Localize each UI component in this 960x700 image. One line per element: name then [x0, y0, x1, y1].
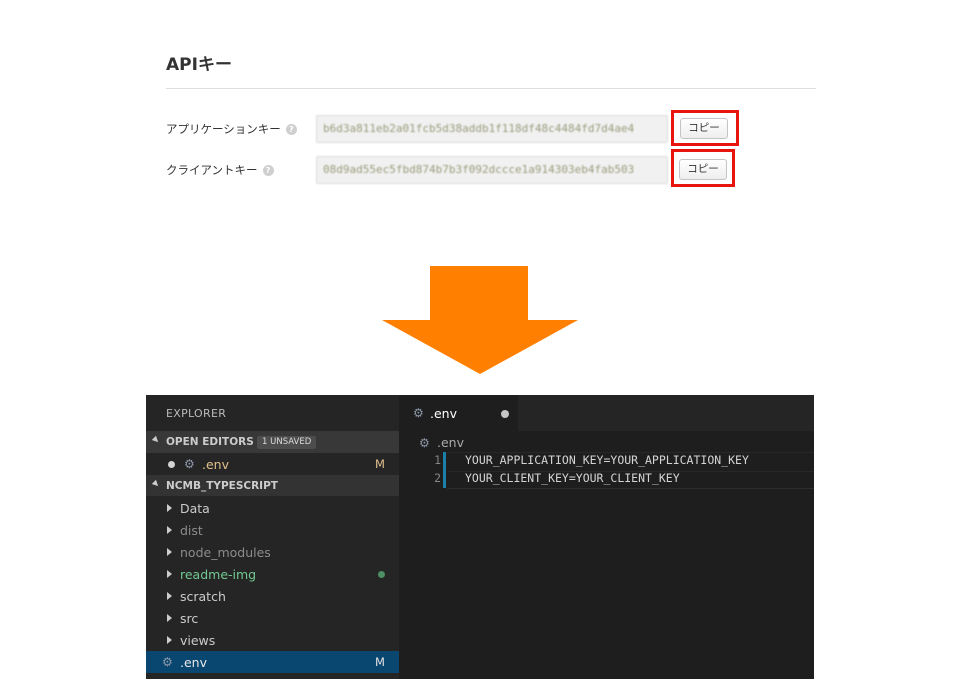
code-text: YOUR_APPLICATION_KEY=YOUR_APPLICATION_KE…: [465, 453, 749, 467]
client-key-row: クライアントキー ? 08d9ad55ec5fbd874b7b3f092dccc…: [166, 149, 816, 187]
breadcrumb-label: .env: [437, 435, 464, 450]
folder-data[interactable]: Data: [146, 497, 399, 519]
explorer-sidebar: EXPLORER OPEN EDITORS 1 UNSAVED ⚙ .env M…: [146, 395, 399, 679]
down-arrow-icon: [382, 266, 578, 374]
unsaved-dot-icon[interactable]: [501, 410, 509, 418]
chevron-right-icon: [167, 636, 172, 644]
copy-client-key-button[interactable]: コピー: [679, 159, 727, 180]
chevron-right-icon: [167, 548, 172, 556]
copy-application-key-button[interactable]: コピー: [680, 118, 728, 139]
api-key-section: APIキー アプリケーションキー ? b6d3a811eb2a01fcb5d38…: [166, 52, 816, 187]
git-modified-gutter-mark: [443, 452, 446, 470]
unsaved-badge: 1 UNSAVED: [257, 436, 317, 449]
code-text: YOUR_CLIENT_KEY=YOUR_CLIENT_KEY: [465, 471, 680, 485]
help-icon[interactable]: ?: [285, 123, 297, 135]
divider: [166, 88, 816, 89]
gear-icon: ⚙: [413, 406, 424, 420]
file-env[interactable]: ⚙ .env M: [146, 651, 399, 673]
open-editors-header[interactable]: OPEN EDITORS 1 UNSAVED: [146, 431, 399, 453]
folder-label: dist: [180, 523, 203, 538]
client-key-label: クライアントキー: [166, 163, 258, 177]
application-key-field[interactable]: b6d3a811eb2a01fcb5d38addb1f118df48c4484f…: [316, 115, 668, 143]
file-label: .env: [180, 655, 207, 670]
chevron-right-icon: [167, 570, 172, 578]
folder-label: src: [180, 611, 199, 626]
gear-icon: ⚙: [162, 655, 173, 669]
folder-label: node_modules: [180, 545, 271, 560]
folder-label: views: [180, 633, 216, 648]
open-editor-filename: .env: [202, 457, 229, 472]
code-line[interactable]: 2 YOUR_CLIENT_KEY=YOUR_CLIENT_KEY: [399, 470, 814, 489]
application-key-row: アプリケーションキー ? b6d3a811eb2a01fcb5d38addb1f…: [166, 110, 816, 146]
gear-icon: ⚙: [419, 436, 430, 450]
folder-label: scratch: [180, 589, 226, 604]
chevron-right-icon: [167, 614, 172, 622]
open-editors-label: OPEN EDITORS: [166, 436, 254, 448]
tab-label: .env: [430, 406, 457, 421]
editor-area: ⚙ .env ⚙ .env 1 YOUR_APPLICATION_KEY=YOU…: [399, 395, 814, 679]
application-key-label: アプリケーションキー: [166, 122, 281, 136]
project-label: NCMB_TYPESCRIPT: [166, 480, 278, 492]
tab-bar: ⚙ .env: [399, 395, 814, 431]
unsaved-dot-icon: [168, 461, 175, 468]
help-icon[interactable]: ?: [262, 164, 274, 176]
chevron-right-icon: [167, 592, 172, 600]
line-number: 2: [434, 471, 441, 485]
git-modified-gutter-mark: [443, 470, 446, 488]
line-number: 1: [434, 453, 441, 467]
highlight-frame: コピー: [671, 110, 739, 146]
vscode-window: EXPLORER OPEN EDITORS 1 UNSAVED ⚙ .env M…: [146, 395, 814, 679]
modified-badge: M: [375, 655, 385, 669]
folder-node-modules[interactable]: node_modules: [146, 541, 399, 563]
explorer-title: EXPLORER: [166, 407, 227, 420]
tab-env[interactable]: ⚙ .env: [399, 395, 518, 431]
folder-views[interactable]: views: [146, 629, 399, 651]
folder-label: readme-img: [180, 567, 257, 582]
folder-readme-img[interactable]: readme-img: [146, 563, 399, 585]
git-untracked-dot-icon: [378, 571, 385, 578]
chevron-right-icon: [167, 504, 172, 512]
highlight-frame: コピー: [671, 149, 735, 187]
api-key-title: APIキー: [166, 55, 232, 75]
folder-label: Data: [180, 501, 210, 516]
modified-badge: M: [375, 457, 385, 471]
folder-dist[interactable]: dist: [146, 519, 399, 541]
folder-src[interactable]: src: [146, 607, 399, 629]
folder-scratch[interactable]: scratch: [146, 585, 399, 607]
open-editor-item-env[interactable]: ⚙ .env M: [146, 453, 399, 475]
collapse-triangle-icon: [151, 479, 161, 489]
client-key-field[interactable]: 08d9ad55ec5fbd874b7b3f092dccce1a914303eb…: [316, 156, 668, 184]
collapse-triangle-icon: [151, 435, 161, 445]
chevron-right-icon: [167, 526, 172, 534]
project-header[interactable]: NCMB_TYPESCRIPT: [146, 475, 399, 496]
gear-icon: ⚙: [184, 457, 195, 471]
code-line[interactable]: 1 YOUR_APPLICATION_KEY=YOUR_APPLICATION_…: [399, 452, 814, 472]
